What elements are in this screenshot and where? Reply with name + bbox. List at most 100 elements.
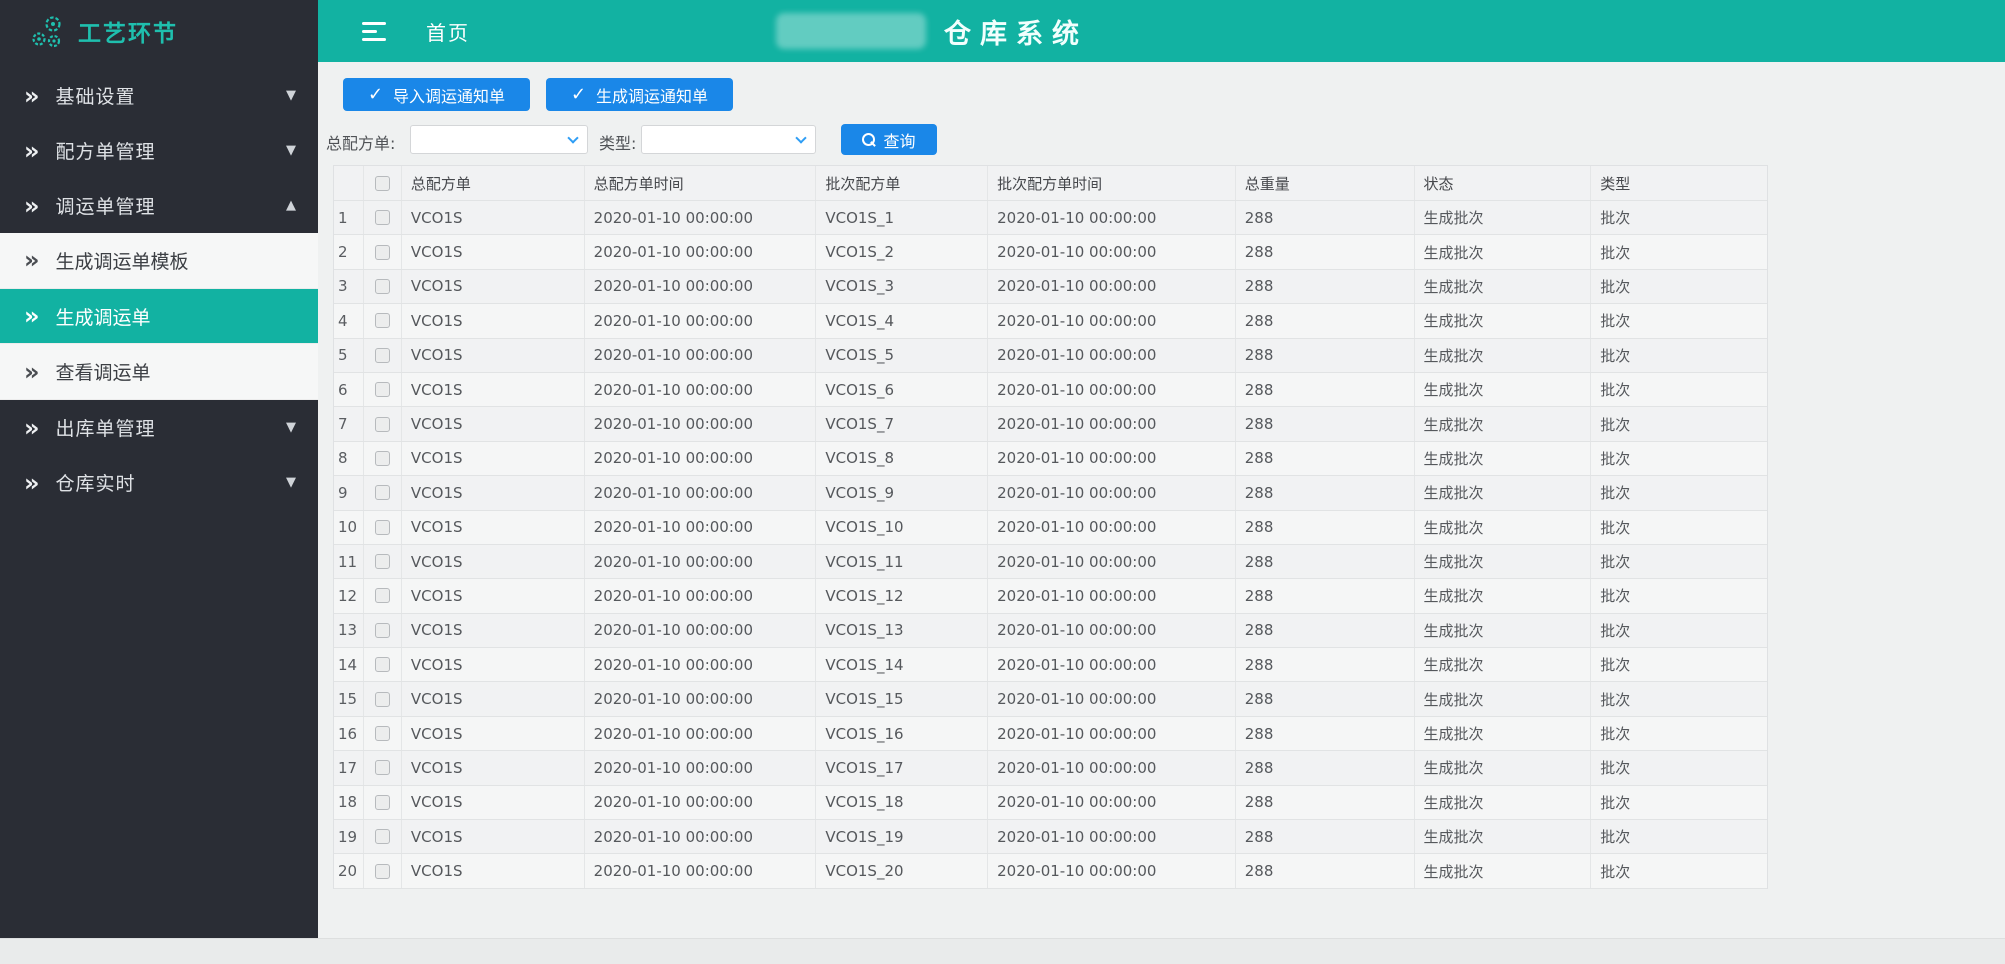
cell-batch-recipe: VCO1S_9 (816, 476, 988, 509)
cell-total-weight: 288 (1236, 545, 1415, 578)
sidebar-subitem-label: 查看调运单 (56, 358, 151, 385)
table-row[interactable]: 3 VCO1S 2020-01-10 00:00:00 VCO1S_3 2020… (334, 270, 1767, 304)
cell-status: 生成批次 (1415, 442, 1592, 475)
column-header-batch-recipe-time: 批次配方单时间 (988, 166, 1236, 200)
table-row[interactable]: 15 VCO1S 2020-01-10 00:00:00 VCO1S_15 20… (334, 682, 1767, 716)
double-arrow-icon: » (24, 304, 40, 328)
cell-batch-recipe: VCO1S_18 (816, 786, 988, 819)
search-button[interactable]: 查询 (841, 124, 937, 155)
import-transfer-notice-button[interactable]: ✓ 导入调运通知单 (343, 78, 530, 111)
table-row[interactable]: 18 VCO1S 2020-01-10 00:00:00 VCO1S_18 20… (334, 786, 1767, 820)
cell-total-weight: 288 (1236, 614, 1415, 647)
row-checkbox[interactable] (375, 657, 390, 672)
column-header-type: 类型 (1591, 166, 1767, 200)
row-index: 2 (334, 235, 364, 268)
table-row[interactable]: 7 VCO1S 2020-01-10 00:00:00 VCO1S_7 2020… (334, 407, 1767, 441)
row-index: 18 (334, 786, 364, 819)
table-row[interactable]: 14 VCO1S 2020-01-10 00:00:00 VCO1S_14 20… (334, 648, 1767, 682)
row-checkbox[interactable] (375, 726, 390, 741)
row-checkbox[interactable] (375, 279, 390, 294)
row-checkbox[interactable] (375, 348, 390, 363)
cell-batch-recipe: VCO1S_8 (816, 442, 988, 475)
cell-type: 批次 (1591, 717, 1767, 750)
table-row[interactable]: 6 VCO1S 2020-01-10 00:00:00 VCO1S_6 2020… (334, 373, 1767, 407)
cell-status: 生成批次 (1415, 511, 1592, 544)
cell-status: 生成批次 (1415, 614, 1592, 647)
sidebar-subitem-generate-transfer[interactable]: » 生成调运单 (0, 289, 318, 345)
row-checkbox[interactable] (375, 795, 390, 810)
cell-master-recipe: VCO1S (402, 511, 585, 544)
cell-batch-recipe: VCO1S_20 (816, 854, 988, 887)
row-checkbox[interactable] (375, 245, 390, 260)
cell-total-weight: 288 (1236, 407, 1415, 440)
table-row[interactable]: 13 VCO1S 2020-01-10 00:00:00 VCO1S_13 20… (334, 614, 1767, 648)
row-index: 20 (334, 854, 364, 887)
select-all-checkbox[interactable] (375, 176, 390, 191)
row-index: 16 (334, 717, 364, 750)
sidebar-item-warehouse-realtime[interactable]: » 仓库实时 ▼ (0, 455, 318, 510)
row-checkbox[interactable] (375, 485, 390, 500)
row-index: 17 (334, 751, 364, 784)
cell-batch-recipe-time: 2020-01-10 00:00:00 (988, 682, 1236, 715)
table-row[interactable]: 4 VCO1S 2020-01-10 00:00:00 VCO1S_4 2020… (334, 304, 1767, 338)
table-row[interactable]: 20 VCO1S 2020-01-10 00:00:00 VCO1S_20 20… (334, 854, 1767, 888)
row-checkbox[interactable] (375, 417, 390, 432)
cell-master-recipe-time: 2020-01-10 00:00:00 (585, 717, 817, 750)
cell-status: 生成批次 (1415, 648, 1592, 681)
table-row[interactable]: 12 VCO1S 2020-01-10 00:00:00 VCO1S_12 20… (334, 579, 1767, 613)
sidebar-subitem-view-transfer[interactable]: » 查看调运单 (0, 344, 318, 400)
cell-total-weight: 288 (1236, 235, 1415, 268)
cell-total-weight: 288 (1236, 751, 1415, 784)
table-row[interactable]: 11 VCO1S 2020-01-10 00:00:00 VCO1S_11 20… (334, 545, 1767, 579)
row-checkbox[interactable] (375, 451, 390, 466)
row-checkbox[interactable] (375, 520, 390, 535)
sidebar-item-transfer-management[interactable]: » 调运单管理 ▲ (0, 178, 318, 233)
master-recipe-select[interactable] (410, 125, 588, 154)
table-row[interactable]: 8 VCO1S 2020-01-10 00:00:00 VCO1S_8 2020… (334, 442, 1767, 476)
sidebar-item-label: 基础设置 (56, 82, 286, 109)
table-row[interactable]: 2 VCO1S 2020-01-10 00:00:00 VCO1S_2 2020… (334, 235, 1767, 269)
generate-transfer-notice-button[interactable]: ✓ 生成调运通知单 (546, 78, 733, 111)
row-index: 9 (334, 476, 364, 509)
row-checkbox[interactable] (375, 760, 390, 775)
row-checkbox[interactable] (375, 210, 390, 225)
table-row[interactable]: 5 VCO1S 2020-01-10 00:00:00 VCO1S_5 2020… (334, 339, 1767, 373)
sidebar-subitem-label: 生成调运单 (56, 303, 151, 330)
row-checkbox[interactable] (375, 623, 390, 638)
row-checkbox[interactable] (375, 554, 390, 569)
cell-master-recipe: VCO1S (402, 304, 585, 337)
cell-master-recipe: VCO1S (402, 786, 585, 819)
row-index: 14 (334, 648, 364, 681)
table-row[interactable]: 9 VCO1S 2020-01-10 00:00:00 VCO1S_9 2020… (334, 476, 1767, 510)
row-checkbox[interactable] (375, 313, 390, 328)
sidebar-item-recipe-management[interactable]: » 配方单管理 ▼ (0, 123, 318, 178)
cell-total-weight: 288 (1236, 648, 1415, 681)
row-checkbox[interactable] (375, 864, 390, 879)
row-checkbox[interactable] (375, 692, 390, 707)
cell-batch-recipe: VCO1S_10 (816, 511, 988, 544)
sidebar-item-outbound-management[interactable]: » 出库单管理 ▼ (0, 400, 318, 455)
table-row[interactable]: 16 VCO1S 2020-01-10 00:00:00 VCO1S_16 20… (334, 717, 1767, 751)
sidebar-item-basic-settings[interactable]: » 基础设置 ▼ (0, 68, 318, 123)
table-row[interactable]: 17 VCO1S 2020-01-10 00:00:00 VCO1S_17 20… (334, 751, 1767, 785)
sidebar-subitem-generate-transfer-template[interactable]: » 生成调运单模板 (0, 233, 318, 289)
sidebar: 工艺环节 » 基础设置 ▼ » 配方单管理 ▼ » 调运单管理 ▲ » 生成调运… (0, 0, 318, 938)
cell-total-weight: 288 (1236, 511, 1415, 544)
type-select[interactable] (641, 125, 816, 154)
row-index: 3 (334, 270, 364, 303)
cell-master-recipe-time: 2020-01-10 00:00:00 (585, 786, 817, 819)
cell-total-weight: 288 (1236, 304, 1415, 337)
tab-home[interactable]: 首页 (426, 17, 470, 46)
cell-batch-recipe-time: 2020-01-10 00:00:00 (988, 648, 1236, 681)
cell-master-recipe: VCO1S (402, 270, 585, 303)
menu-toggle-icon[interactable] (362, 22, 386, 41)
table-row[interactable]: 1 VCO1S 2020-01-10 00:00:00 VCO1S_1 2020… (334, 201, 1767, 235)
table-row[interactable]: 10 VCO1S 2020-01-10 00:00:00 VCO1S_10 20… (334, 511, 1767, 545)
row-checkbox[interactable] (375, 588, 390, 603)
row-checkbox[interactable] (375, 829, 390, 844)
cell-master-recipe-time: 2020-01-10 00:00:00 (585, 476, 817, 509)
row-checkbox[interactable] (375, 382, 390, 397)
cell-batch-recipe-time: 2020-01-10 00:00:00 (988, 201, 1236, 234)
cell-batch-recipe-time: 2020-01-10 00:00:00 (988, 339, 1236, 372)
table-row[interactable]: 19 VCO1S 2020-01-10 00:00:00 VCO1S_19 20… (334, 820, 1767, 854)
